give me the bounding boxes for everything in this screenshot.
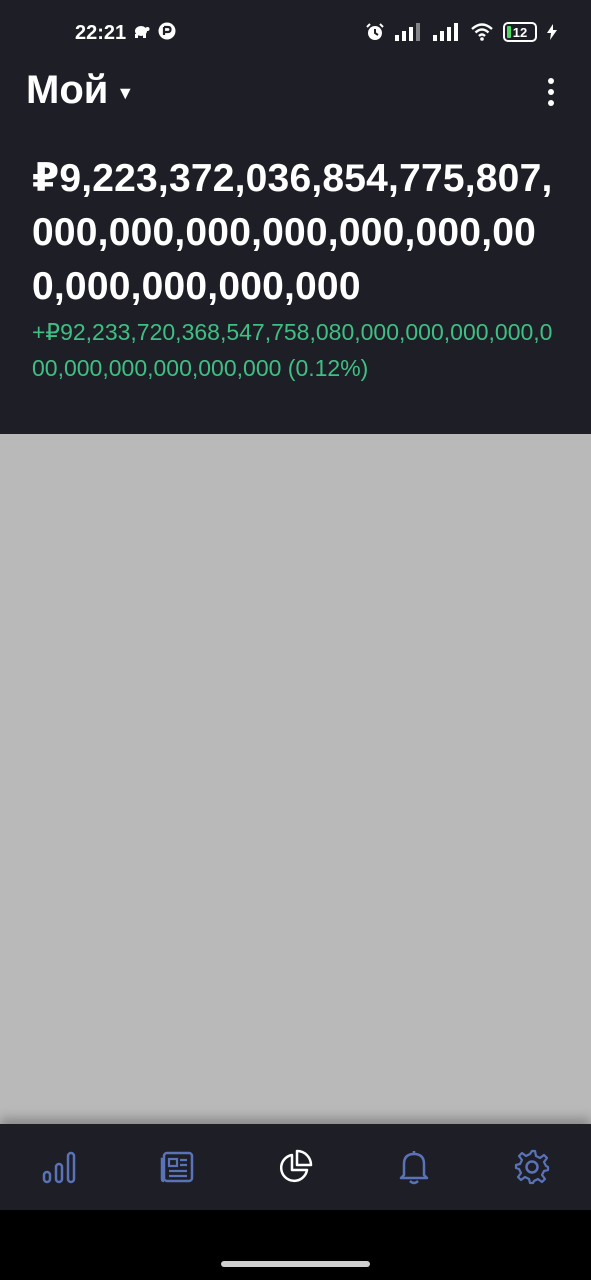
bottom-navigation [0,1124,591,1210]
nav-portfolio[interactable] [255,1137,335,1197]
portfolio-header: Мой ▼ ₽9,223,372,036,854,775,807,000,000… [0,66,591,434]
nav-markets[interactable] [19,1137,99,1197]
home-gesture-bar[interactable] [221,1261,370,1267]
wifi-icon [471,23,493,41]
nav-alerts[interactable] [374,1137,454,1197]
charging-icon [547,24,557,40]
app-notification-icon [158,22,176,40]
news-icon [161,1151,194,1183]
alarm-icon [366,23,384,40]
portfolio-title: Мой [26,68,109,112]
bell-icon [399,1151,428,1185]
bar-chart-icon [42,1151,76,1184]
dropdown-caret-icon: ▼ [116,83,135,103]
signal-icon [395,23,420,41]
status-time: 22:21 [75,22,127,44]
portfolio-selector[interactable]: Мой ▼ [26,68,134,113]
signal-icon [433,23,458,41]
content-area [0,434,591,1124]
status-right-icons: 12 [365,22,557,42]
nav-settings[interactable] [492,1137,572,1197]
gear-icon [514,1149,549,1185]
turtle-icon [135,26,150,38]
battery-level: 12 [512,24,528,40]
portfolio-total-value: ₽9,223,372,036,854,775,807,000,000,000,0… [32,157,553,308]
status-left-icons [132,22,176,40]
dot-icon [548,78,554,84]
dot-icon [548,89,554,95]
battery-icon: 12 [503,22,537,42]
nav-news[interactable] [137,1137,217,1197]
system-navigation-bar [0,1210,591,1280]
dot-icon [548,100,554,106]
status-bar: 22:21 12 [0,0,591,66]
portfolio-change-value: +₽92,233,720,368,547,758,080,000,000,000… [32,319,553,381]
pie-chart-icon [280,1149,313,1183]
more-menu-button[interactable] [539,74,563,110]
